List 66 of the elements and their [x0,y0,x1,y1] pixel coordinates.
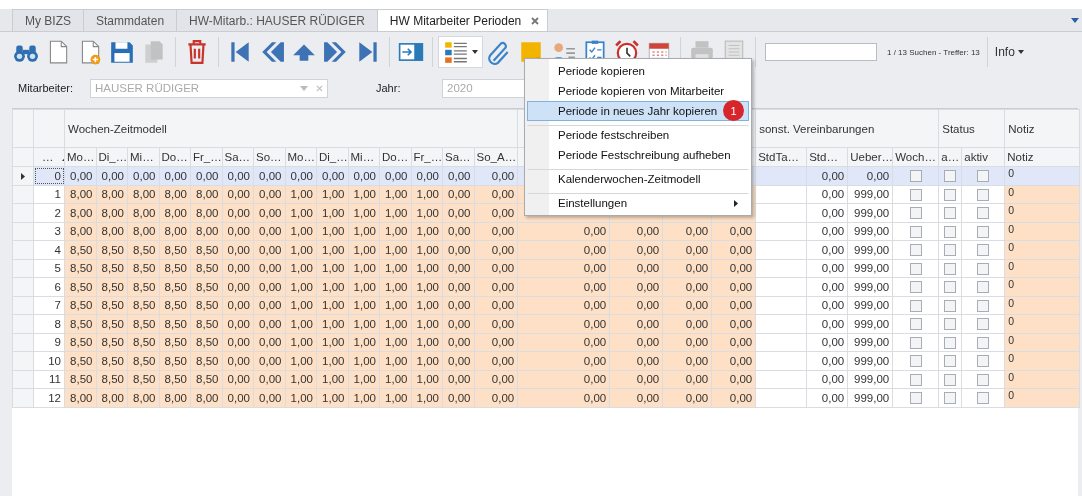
checkbox[interactable] [944,225,957,238]
actions-button[interactable] [438,36,483,68]
checkbox[interactable] [977,336,990,349]
checkbox[interactable] [909,355,922,368]
list-view-icon [443,39,469,65]
checkbox[interactable] [909,170,922,183]
checkbox[interactable] [944,262,957,275]
search-status: 1 / 13 Suchen - Treffer: 13 [887,47,980,57]
checkbox[interactable] [944,373,957,386]
checkbox[interactable] [977,225,990,238]
tab[interactable]: My BIZS [12,9,84,31]
checkbox[interactable] [977,281,990,294]
checkbox[interactable] [909,281,922,294]
checkbox[interactable] [944,355,957,368]
checkbox[interactable] [977,244,990,257]
checkbox[interactable] [944,244,957,257]
checkbox[interactable] [977,318,990,331]
checkbox[interactable] [944,170,957,183]
menu-item[interactable]: Periode in neues Jahr kopieren 1 [527,101,749,121]
tab[interactable]: Stammdaten [83,9,178,31]
checkbox[interactable] [909,244,922,257]
checkbox[interactable] [909,392,922,405]
column-group-header: Wochen-Zeitmodell [64,109,518,148]
checkbox[interactable] [909,336,922,349]
checkbox[interactable] [944,207,957,220]
column-group-header: sonst. Vereinbarungen [755,109,939,148]
menu-item[interactable]: Periode Festschreibung aufheben [527,145,749,165]
search-field[interactable] [765,43,877,61]
checkbox[interactable] [977,392,990,405]
close-icon[interactable] [531,16,540,25]
checkbox[interactable] [944,336,957,349]
field-label: Jahr: [376,82,402,94]
checkbox[interactable] [977,373,990,386]
checkbox[interactable] [944,299,957,312]
menu-item[interactable]: Periode kopieren [527,61,749,81]
checkbox[interactable] [909,373,922,386]
checkbox[interactable] [977,170,990,183]
checkbox[interactable] [909,318,922,331]
tab[interactable]: HW Mitarbeiter Perioden [376,9,549,31]
checkbox[interactable] [977,355,990,368]
caret-icon [1017,50,1024,54]
menu-item[interactable]: Periode festschreiben [527,125,749,145]
checkbox[interactable] [944,318,957,331]
step-badge: 1 [723,100,744,121]
checkbox[interactable] [977,207,990,220]
checkbox[interactable] [909,207,922,220]
info-menu-button[interactable]: Info [992,45,1026,59]
caret-icon [472,50,478,54]
checkbox[interactable] [977,188,990,201]
column-group-header: Status [938,109,1005,148]
checkbox[interactable] [909,188,922,201]
tab-list-caret-icon[interactable] [1071,17,1079,23]
column-group-header: Notiz [1004,109,1080,148]
checkbox[interactable] [977,299,990,312]
checkbox[interactable] [909,262,922,275]
checkbox[interactable] [909,299,922,312]
menu-item[interactable]: Einstellungen [527,193,749,213]
checkbox[interactable] [909,225,922,238]
checkbox[interactable] [944,392,957,405]
field-label: Mitarbeiter: [18,82,75,94]
checkbox[interactable] [944,188,957,201]
tab[interactable]: HW-Mitarb.: HAUSER RÜDIGER [176,9,378,31]
submenu-arrow-icon [734,199,738,207]
checkbox[interactable] [944,281,957,294]
checkbox[interactable] [977,262,990,275]
menu-item[interactable]: Kalenderwochen-Zeitmodell [527,169,749,189]
